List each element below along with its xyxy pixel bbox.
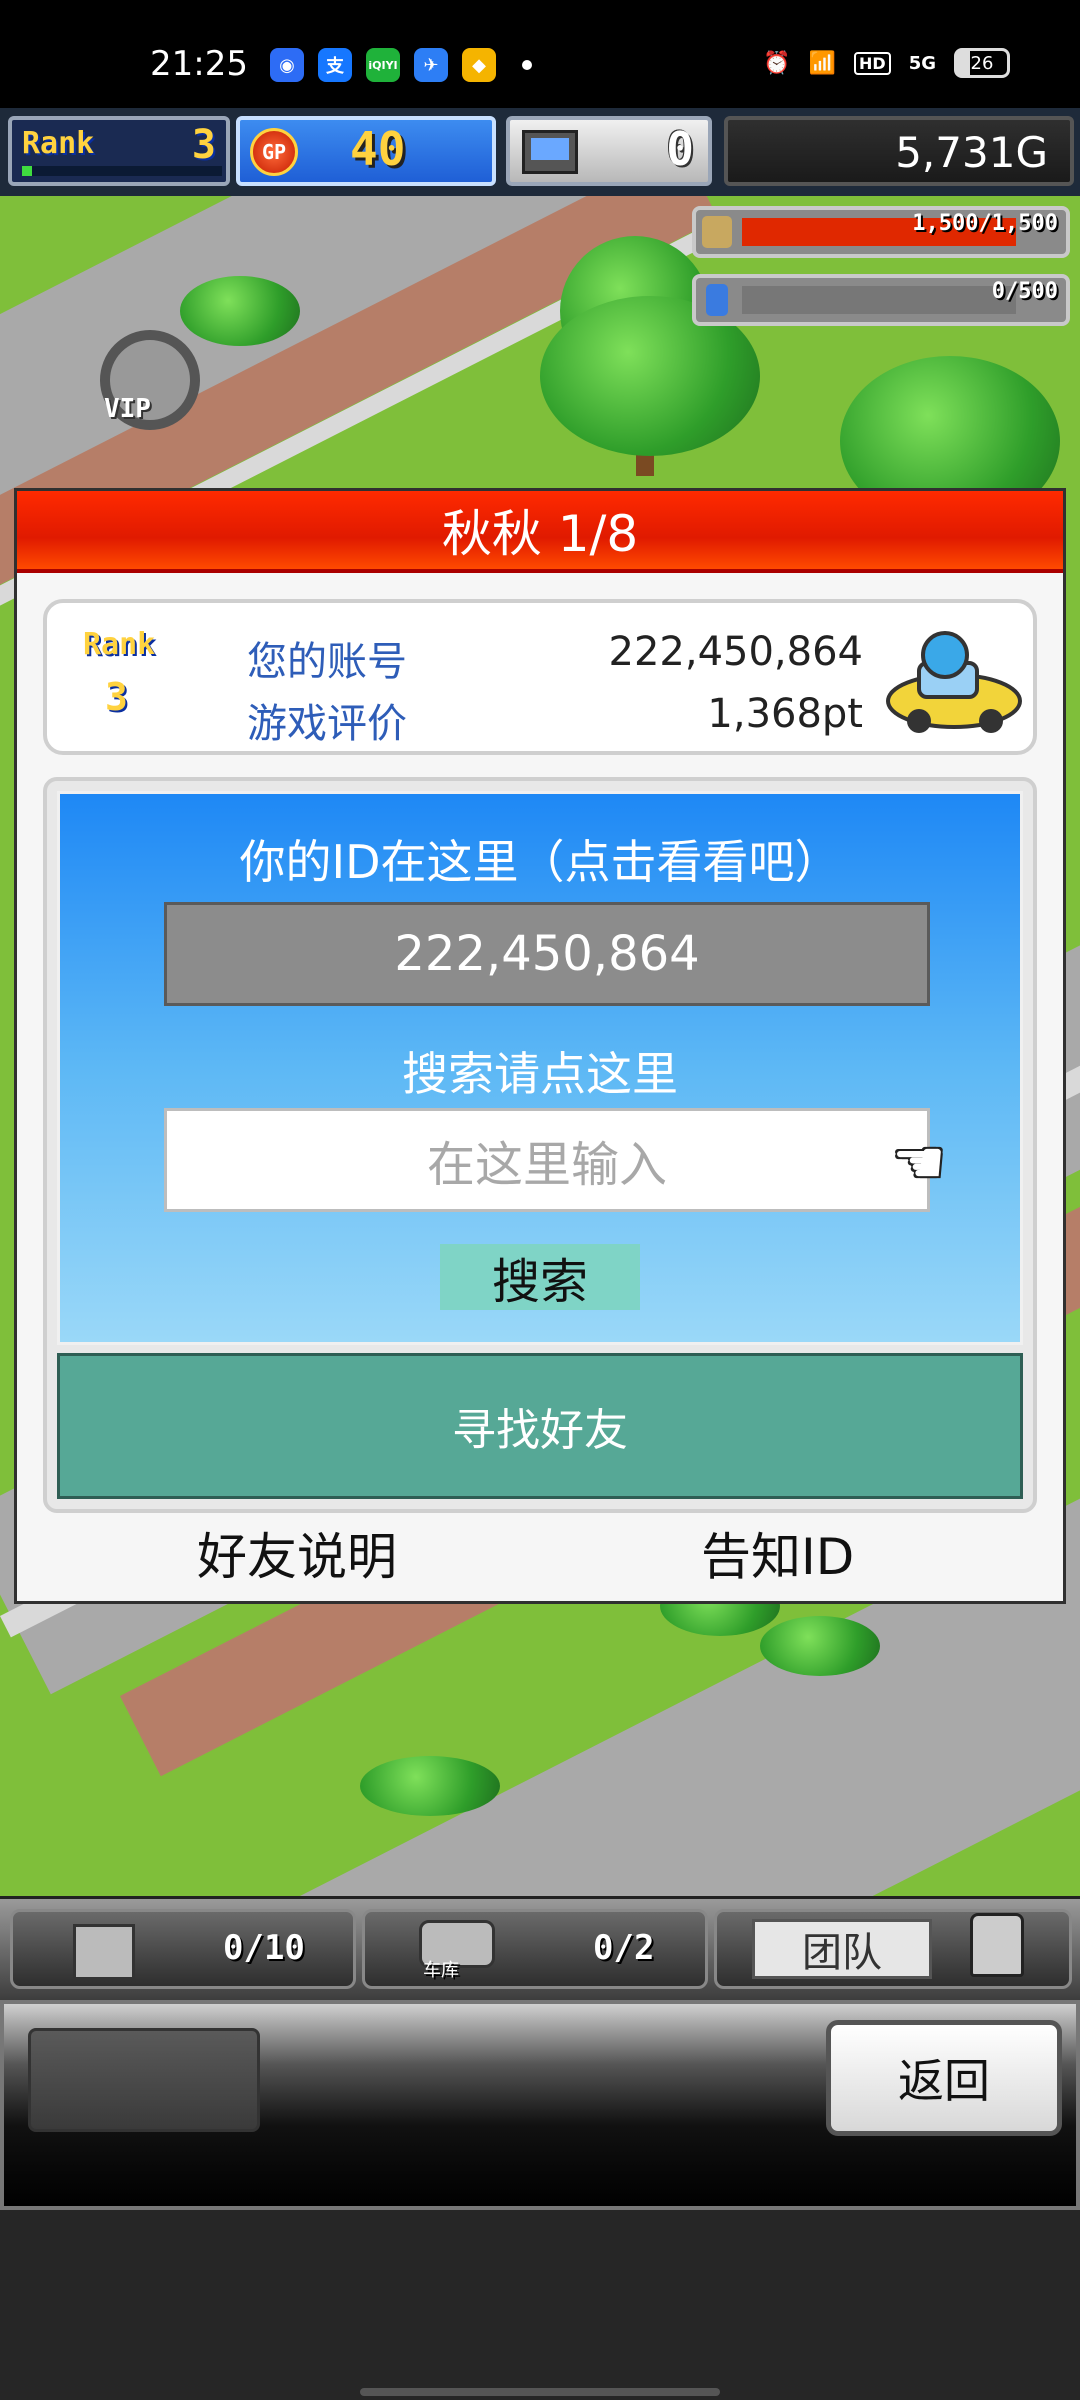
coin-stack-icon: [702, 216, 732, 248]
vip-label: VIP: [104, 394, 151, 424]
parts-slot[interactable]: 0/10: [10, 1909, 356, 1989]
rank-progress-fill: [22, 166, 32, 176]
gp-panel[interactable]: GP 40: [236, 116, 496, 186]
share-id-link[interactable]: 告知ID: [701, 1517, 854, 1589]
search-hint-text: 搜索请点这里: [402, 1047, 678, 1101]
search-panel: 你的ID在这里（点击看看吧） 222,450,864 搜索请点这里 在这里输入 …: [43, 777, 1037, 1513]
garage-slot[interactable]: 车库 0/2: [362, 1909, 708, 1989]
empty-slot[interactable]: [28, 2028, 260, 2132]
friend-help-link[interactable]: 好友说明: [197, 1517, 397, 1589]
pointing-hand-icon: ☚: [892, 1128, 946, 1198]
hd-icon: HD: [854, 51, 891, 75]
id-search-area: 你的ID在这里（点击看看吧） 222,450,864 搜索请点这里 在这里输入 …: [57, 791, 1023, 1345]
garage-count: 0/2: [593, 1928, 655, 1968]
pc-panel[interactable]: 0: [506, 116, 712, 186]
wifi-icon: 📶: [808, 50, 837, 76]
status-indicators: ⏰ 📶 HD 5G 26: [763, 48, 1010, 78]
fuel-gauge: 0/500: [692, 274, 1070, 326]
bush: [180, 276, 300, 346]
fuel-bottle-icon: [706, 284, 728, 316]
staff-face-icon[interactable]: [970, 1913, 1024, 1977]
team-button[interactable]: 团队: [752, 1919, 932, 1979]
rank-value: 3: [191, 122, 216, 168]
signal-5g-icon: 5G: [908, 52, 936, 74]
coin-gauge-text: 1,500/1,500: [912, 211, 1058, 236]
account-label: 您的账号: [247, 639, 407, 685]
my-id-box[interactable]: 222,450,864: [164, 902, 930, 1006]
find-friends-button[interactable]: 寻找好友: [57, 1353, 1023, 1499]
top-hud: Rank 3 GP 40 0 5,731G: [0, 108, 1080, 196]
parts-count: 0/10: [223, 1928, 305, 1968]
fuel-gauge-text: 0/500: [991, 279, 1058, 304]
card-rank-label: Rank: [83, 627, 156, 662]
rating-value: 1,368pt: [707, 691, 863, 737]
iqiyi-icon: iQIYI: [366, 48, 400, 82]
account-value: 222,450,864: [608, 629, 863, 675]
alarm-icon: ⏰: [763, 50, 791, 76]
bush: [360, 1756, 500, 1816]
gp-value: 40: [350, 122, 406, 176]
travel-app-icon: ✈: [414, 48, 448, 82]
money-value: 5,731G: [895, 128, 1048, 177]
status-bar: 21:25 ◉ 支 iQIYI ✈ ◆ ⏰ 📶 HD 5G 26: [0, 0, 1080, 108]
navigation-area: [0, 2210, 1080, 2400]
bush: [760, 1616, 880, 1676]
computer-icon: [522, 130, 578, 174]
battery-icon: 26: [954, 48, 1010, 78]
rank-panel[interactable]: Rank 3: [8, 116, 230, 186]
home-indicator[interactable]: [360, 2388, 720, 2396]
alipay-icon: 支: [318, 48, 352, 82]
id-hint-text: 你的ID在这里（点击看看吧）: [239, 835, 841, 889]
friends-dialog: 秋秋 1/8 Rank 3 您的账号 222,450,864 游戏评价 1,36…: [14, 488, 1066, 1604]
circle-app-icon: ◉: [270, 48, 304, 82]
status-app-icons: ◉ 支 iQIYI ✈ ◆: [270, 48, 532, 82]
garage-label: 车库: [423, 1960, 459, 1981]
bottom-panel: 返回: [0, 2000, 1080, 2210]
rating-label: 游戏评价: [247, 701, 407, 747]
parts-crate-icon: [73, 1924, 135, 1980]
gp-coin-icon: GP: [250, 128, 298, 176]
rank-progress-bar: [22, 166, 222, 176]
search-button[interactable]: 搜索: [440, 1244, 640, 1310]
search-input[interactable]: 在这里输入: [164, 1108, 930, 1212]
pc-value: 0: [666, 122, 694, 176]
shield-app-icon: ◆: [462, 48, 496, 82]
card-rank-value: 3: [105, 675, 128, 719]
account-card: Rank 3 您的账号 222,450,864 游戏评价 1,368pt: [43, 599, 1037, 755]
status-time: 21:25: [150, 44, 248, 84]
yellow-car-icon: [886, 631, 1022, 733]
coin-gauge: 1,500/1,500: [692, 206, 1070, 258]
battery-level: 26: [970, 52, 994, 74]
rank-label: Rank: [22, 126, 95, 161]
back-button[interactable]: 返回: [826, 2020, 1062, 2136]
dialog-title: 秋秋 1/8: [17, 491, 1063, 573]
money-panel: 5,731G: [724, 116, 1074, 186]
bottom-hud: 0/10 车库 0/2 团队: [0, 1896, 1080, 2003]
notification-dot-icon: [522, 60, 532, 70]
